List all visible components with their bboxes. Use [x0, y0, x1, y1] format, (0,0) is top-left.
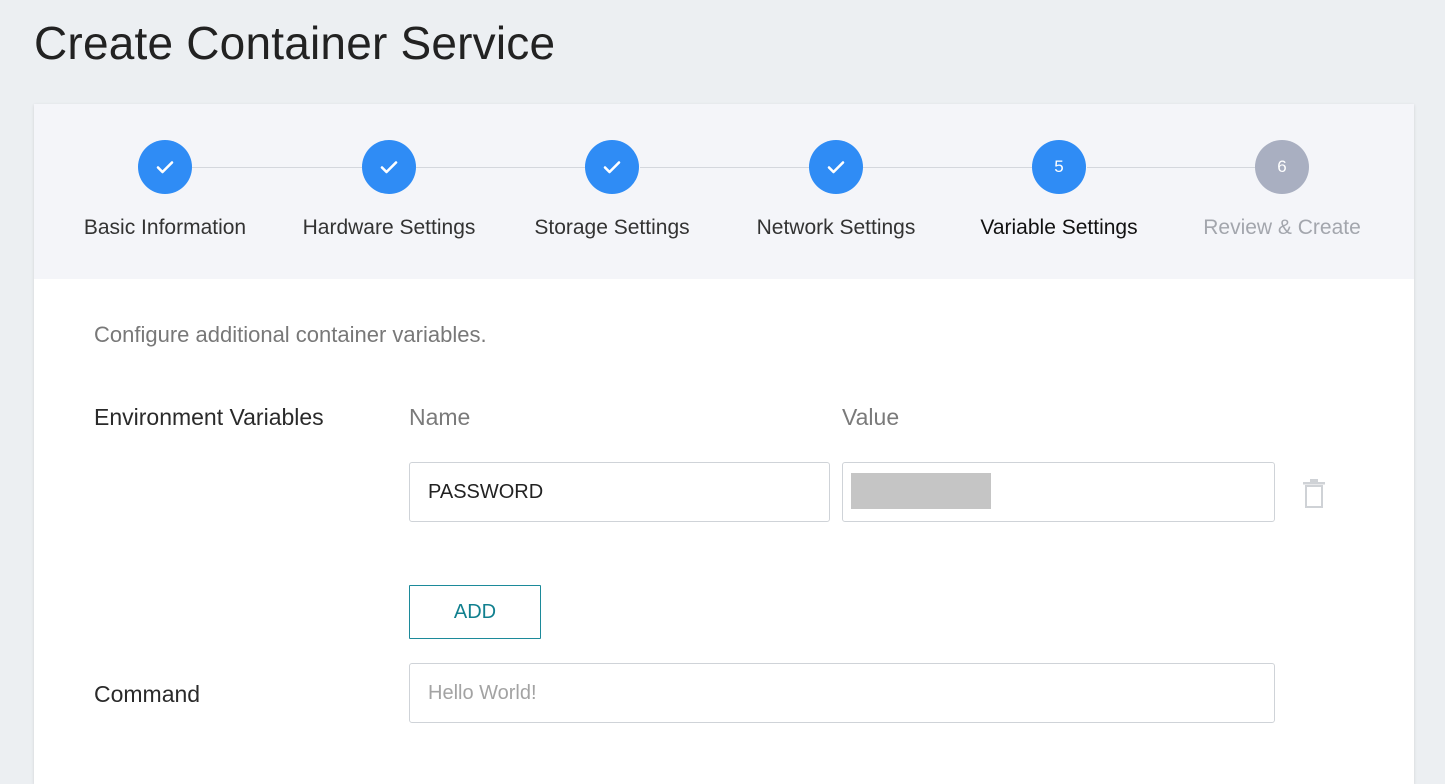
- delete-row-button[interactable]: [1294, 474, 1334, 514]
- step-circle: [362, 140, 416, 194]
- env-value-input[interactable]: [842, 462, 1275, 522]
- add-variable-button[interactable]: ADD: [409, 585, 541, 639]
- step-label: Basic Information: [83, 216, 247, 239]
- step-storage-settings[interactable]: Storage Settings: [512, 140, 712, 240]
- step-network-settings[interactable]: Network Settings: [736, 140, 936, 240]
- step-label: Network Settings: [756, 216, 916, 239]
- check-icon: [827, 161, 845, 174]
- step-basic-information[interactable]: Basic Information: [65, 140, 265, 240]
- wizard-card: Basic Information Hardware Settings Stor…: [34, 104, 1414, 784]
- check-icon: [603, 161, 621, 174]
- check-icon: [156, 161, 174, 174]
- page-title: Create Container Service: [34, 17, 556, 69]
- step-label: Variable Settings: [980, 216, 1138, 239]
- step-circle: [585, 140, 639, 194]
- step-circle: [809, 140, 863, 194]
- stepper: Basic Information Hardware Settings Stor…: [34, 104, 1414, 279]
- step-label: Storage Settings: [534, 216, 690, 239]
- step-label: Review & Create: [1203, 216, 1361, 239]
- env-value-header: Value: [842, 404, 900, 430]
- env-variables-label: Environment Variables: [94, 404, 324, 430]
- step-hardware-settings[interactable]: Hardware Settings: [289, 140, 489, 240]
- env-name-input[interactable]: [409, 462, 830, 522]
- masked-value: [851, 473, 991, 509]
- step-review-create[interactable]: 6 Review & Create: [1182, 140, 1382, 240]
- form-description: Configure additional container variables…: [94, 322, 487, 347]
- step-number: 6: [1255, 140, 1309, 194]
- step-label: Hardware Settings: [302, 216, 476, 239]
- command-label: Command: [94, 681, 201, 707]
- check-icon: [380, 161, 398, 174]
- step-number: 5: [1032, 140, 1086, 194]
- trash-icon: [1303, 479, 1325, 508]
- step-circle: [138, 140, 192, 194]
- env-name-header: Name: [409, 404, 471, 430]
- command-input[interactable]: [409, 663, 1275, 723]
- step-variable-settings[interactable]: 5 Variable Settings: [959, 140, 1159, 240]
